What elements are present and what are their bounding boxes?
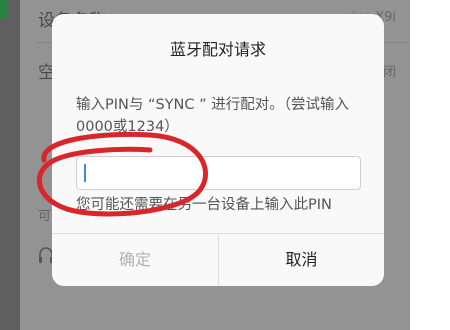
dialog-title: 蓝牙配对请求 xyxy=(169,40,266,59)
pin-input[interactable] xyxy=(76,156,361,190)
bluetooth-pairing-dialog: 蓝牙配对请求 输入PIN与 “SYNC ” 进行配对。（尝试输入0000或123… xyxy=(52,14,384,286)
cancel-button[interactable]: 取消 xyxy=(218,234,384,286)
pin-hint: 您可能还需要在另一台设备上输入此PIN xyxy=(76,197,332,213)
dialog-button-bar: 确定 取消 xyxy=(52,233,384,286)
text-cursor xyxy=(84,164,86,182)
pairing-instructions: 输入PIN与 “SYNC ” 进行配对。（尝试输入0000或1234） xyxy=(76,97,349,135)
screen: 设备名称 vivo X9i 空 闭 可 蓝牙配对请求 输入PIN与 “SYNC … xyxy=(0,0,450,330)
confirm-button[interactable]: 确定 xyxy=(52,234,218,286)
